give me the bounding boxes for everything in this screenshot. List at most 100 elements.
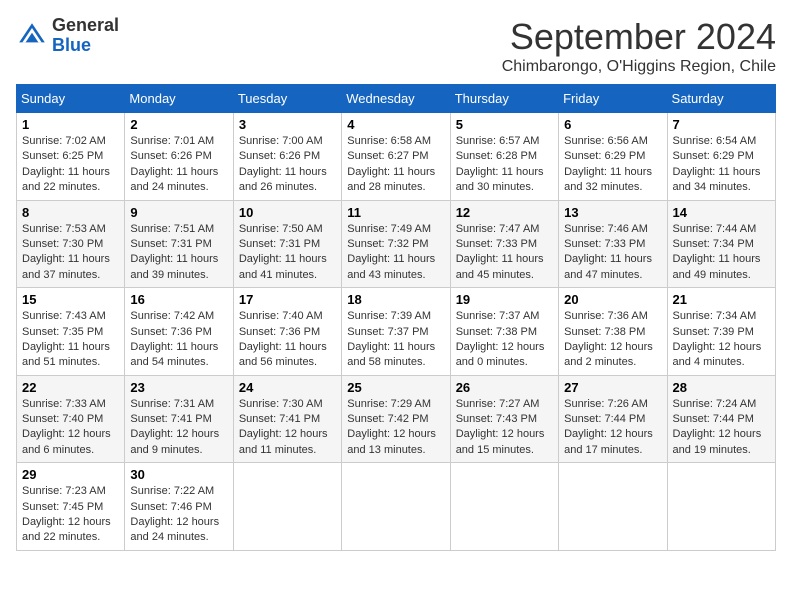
- calendar-cell: 14 Sunrise: 7:44 AM Sunset: 7:34 PM Dayl…: [667, 200, 775, 288]
- day-number: 3: [239, 117, 336, 132]
- day-number: 30: [130, 467, 227, 482]
- calendar-cell: 27 Sunrise: 7:26 AM Sunset: 7:44 PM Dayl…: [559, 375, 667, 463]
- calendar-cell: 12 Sunrise: 7:47 AM Sunset: 7:33 PM Dayl…: [450, 200, 558, 288]
- day-info: Sunrise: 7:23 AM Sunset: 7:45 PM Dayligh…: [22, 484, 119, 546]
- day-number: 17: [239, 292, 336, 307]
- calendar-cell: 7 Sunrise: 6:54 AM Sunset: 6:29 PM Dayli…: [667, 113, 775, 201]
- day-info: Sunrise: 7:31 AM Sunset: 7:41 PM Dayligh…: [130, 397, 227, 459]
- day-info: Sunrise: 7:42 AM Sunset: 7:36 PM Dayligh…: [130, 309, 227, 371]
- calendar-week-1: 1 Sunrise: 7:02 AM Sunset: 6:25 PM Dayli…: [17, 113, 776, 201]
- calendar-cell: 16 Sunrise: 7:42 AM Sunset: 7:36 PM Dayl…: [125, 288, 233, 376]
- location: Chimbarongo, O'Higgins Region, Chile: [502, 58, 776, 76]
- calendar-cell: 22 Sunrise: 7:33 AM Sunset: 7:40 PM Dayl…: [17, 375, 125, 463]
- day-info: Sunrise: 6:54 AM Sunset: 6:29 PM Dayligh…: [673, 134, 770, 196]
- day-info: Sunrise: 7:02 AM Sunset: 6:25 PM Dayligh…: [22, 134, 119, 196]
- calendar-cell: 25 Sunrise: 7:29 AM Sunset: 7:42 PM Dayl…: [342, 375, 450, 463]
- day-info: Sunrise: 7:40 AM Sunset: 7:36 PM Dayligh…: [239, 309, 336, 371]
- day-number: 28: [673, 380, 770, 395]
- day-number: 20: [564, 292, 661, 307]
- calendar-cell: 28 Sunrise: 7:24 AM Sunset: 7:44 PM Dayl…: [667, 375, 775, 463]
- day-info: Sunrise: 7:47 AM Sunset: 7:33 PM Dayligh…: [456, 222, 553, 284]
- calendar-cell: 11 Sunrise: 7:49 AM Sunset: 7:32 PM Dayl…: [342, 200, 450, 288]
- calendar-cell: 10 Sunrise: 7:50 AM Sunset: 7:31 PM Dayl…: [233, 200, 341, 288]
- calendar-cell: 24 Sunrise: 7:30 AM Sunset: 7:41 PM Dayl…: [233, 375, 341, 463]
- day-number: 22: [22, 380, 119, 395]
- day-number: 5: [456, 117, 553, 132]
- calendar-cell: [233, 463, 341, 551]
- calendar-cell: 20 Sunrise: 7:36 AM Sunset: 7:38 PM Dayl…: [559, 288, 667, 376]
- day-number: 19: [456, 292, 553, 307]
- calendar-week-5: 29 Sunrise: 7:23 AM Sunset: 7:45 PM Dayl…: [17, 463, 776, 551]
- day-info: Sunrise: 7:37 AM Sunset: 7:38 PM Dayligh…: [456, 309, 553, 371]
- logo-general: General: [52, 15, 119, 35]
- calendar-cell: 4 Sunrise: 6:58 AM Sunset: 6:27 PM Dayli…: [342, 113, 450, 201]
- calendar-cell: 23 Sunrise: 7:31 AM Sunset: 7:41 PM Dayl…: [125, 375, 233, 463]
- day-number: 4: [347, 117, 444, 132]
- calendar-cell: 6 Sunrise: 6:56 AM Sunset: 6:29 PM Dayli…: [559, 113, 667, 201]
- column-header-thursday: Thursday: [450, 85, 558, 113]
- day-number: 10: [239, 205, 336, 220]
- calendar-cell: 29 Sunrise: 7:23 AM Sunset: 7:45 PM Dayl…: [17, 463, 125, 551]
- day-number: 14: [673, 205, 770, 220]
- day-number: 23: [130, 380, 227, 395]
- day-number: 9: [130, 205, 227, 220]
- day-number: 26: [456, 380, 553, 395]
- day-info: Sunrise: 7:50 AM Sunset: 7:31 PM Dayligh…: [239, 222, 336, 284]
- calendar-table: SundayMondayTuesdayWednesdayThursdayFrid…: [16, 84, 776, 551]
- logo-icon: [16, 20, 48, 52]
- day-number: 18: [347, 292, 444, 307]
- calendar-cell: 17 Sunrise: 7:40 AM Sunset: 7:36 PM Dayl…: [233, 288, 341, 376]
- day-info: Sunrise: 7:24 AM Sunset: 7:44 PM Dayligh…: [673, 397, 770, 459]
- calendar-cell: 3 Sunrise: 7:00 AM Sunset: 6:26 PM Dayli…: [233, 113, 341, 201]
- day-number: 25: [347, 380, 444, 395]
- day-number: 29: [22, 467, 119, 482]
- column-header-saturday: Saturday: [667, 85, 775, 113]
- day-info: Sunrise: 7:22 AM Sunset: 7:46 PM Dayligh…: [130, 484, 227, 546]
- day-info: Sunrise: 7:29 AM Sunset: 7:42 PM Dayligh…: [347, 397, 444, 459]
- column-header-wednesday: Wednesday: [342, 85, 450, 113]
- month-title: September 2024: [502, 16, 776, 58]
- day-info: Sunrise: 7:01 AM Sunset: 6:26 PM Dayligh…: [130, 134, 227, 196]
- day-info: Sunrise: 7:00 AM Sunset: 6:26 PM Dayligh…: [239, 134, 336, 196]
- day-info: Sunrise: 7:44 AM Sunset: 7:34 PM Dayligh…: [673, 222, 770, 284]
- day-number: 21: [673, 292, 770, 307]
- logo: General Blue: [16, 16, 119, 56]
- column-header-tuesday: Tuesday: [233, 85, 341, 113]
- day-info: Sunrise: 7:51 AM Sunset: 7:31 PM Dayligh…: [130, 222, 227, 284]
- day-info: Sunrise: 7:49 AM Sunset: 7:32 PM Dayligh…: [347, 222, 444, 284]
- calendar-cell: 21 Sunrise: 7:34 AM Sunset: 7:39 PM Dayl…: [667, 288, 775, 376]
- day-number: 15: [22, 292, 119, 307]
- day-info: Sunrise: 7:39 AM Sunset: 7:37 PM Dayligh…: [347, 309, 444, 371]
- calendar-cell: 26 Sunrise: 7:27 AM Sunset: 7:43 PM Dayl…: [450, 375, 558, 463]
- calendar-cell: 13 Sunrise: 7:46 AM Sunset: 7:33 PM Dayl…: [559, 200, 667, 288]
- calendar-cell: 9 Sunrise: 7:51 AM Sunset: 7:31 PM Dayli…: [125, 200, 233, 288]
- day-info: Sunrise: 7:34 AM Sunset: 7:39 PM Dayligh…: [673, 309, 770, 371]
- calendar-cell: 1 Sunrise: 7:02 AM Sunset: 6:25 PM Dayli…: [17, 113, 125, 201]
- day-number: 16: [130, 292, 227, 307]
- column-header-monday: Monday: [125, 85, 233, 113]
- day-number: 6: [564, 117, 661, 132]
- calendar-cell: 15 Sunrise: 7:43 AM Sunset: 7:35 PM Dayl…: [17, 288, 125, 376]
- day-info: Sunrise: 7:27 AM Sunset: 7:43 PM Dayligh…: [456, 397, 553, 459]
- day-info: Sunrise: 7:46 AM Sunset: 7:33 PM Dayligh…: [564, 222, 661, 284]
- day-number: 1: [22, 117, 119, 132]
- day-number: 12: [456, 205, 553, 220]
- calendar-week-2: 8 Sunrise: 7:53 AM Sunset: 7:30 PM Dayli…: [17, 200, 776, 288]
- day-info: Sunrise: 6:58 AM Sunset: 6:27 PM Dayligh…: [347, 134, 444, 196]
- day-number: 13: [564, 205, 661, 220]
- column-header-friday: Friday: [559, 85, 667, 113]
- day-info: Sunrise: 6:57 AM Sunset: 6:28 PM Dayligh…: [456, 134, 553, 196]
- day-info: Sunrise: 7:43 AM Sunset: 7:35 PM Dayligh…: [22, 309, 119, 371]
- calendar-cell: [342, 463, 450, 551]
- calendar-cell: 18 Sunrise: 7:39 AM Sunset: 7:37 PM Dayl…: [342, 288, 450, 376]
- day-number: 8: [22, 205, 119, 220]
- day-number: 27: [564, 380, 661, 395]
- calendar-cell: [559, 463, 667, 551]
- day-info: Sunrise: 6:56 AM Sunset: 6:29 PM Dayligh…: [564, 134, 661, 196]
- calendar-cell: [667, 463, 775, 551]
- calendar-header-row: SundayMondayTuesdayWednesdayThursdayFrid…: [17, 85, 776, 113]
- calendar-cell: [450, 463, 558, 551]
- logo-text: General Blue: [52, 16, 119, 56]
- day-info: Sunrise: 7:33 AM Sunset: 7:40 PM Dayligh…: [22, 397, 119, 459]
- calendar-cell: 30 Sunrise: 7:22 AM Sunset: 7:46 PM Dayl…: [125, 463, 233, 551]
